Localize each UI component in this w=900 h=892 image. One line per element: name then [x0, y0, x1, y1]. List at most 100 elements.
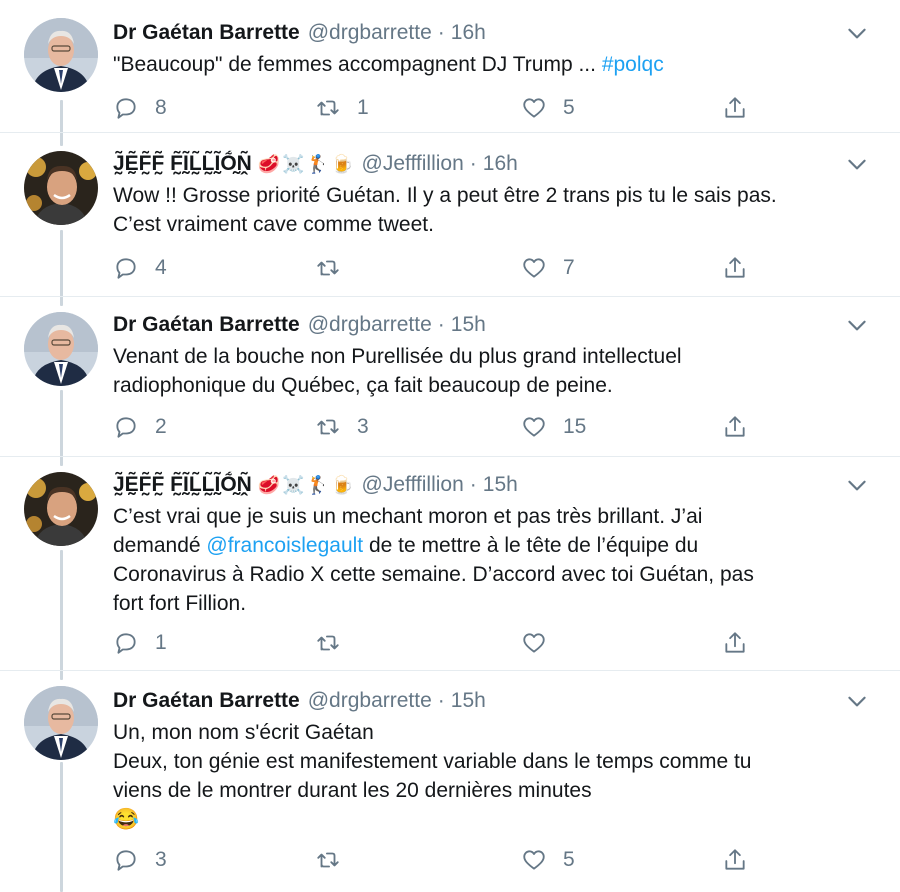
like-button[interactable]: 7	[521, 253, 575, 283]
retweet-button[interactable]	[315, 253, 357, 283]
retweet-button[interactable]: 3	[315, 412, 369, 442]
reply-icon	[113, 255, 139, 281]
separator: ·	[437, 689, 445, 712]
separator: ·	[469, 473, 477, 496]
tweet-text: Wow !! Grosse priorité Guétan. Il y a pe…	[113, 184, 777, 236]
author-handle[interactable]: @drgbarrette	[308, 689, 432, 713]
reply-count: 3	[155, 848, 167, 871]
like-button[interactable]: 15	[521, 412, 586, 442]
reply-count: 2	[155, 415, 167, 438]
retweet-count: 1	[357, 96, 369, 119]
retweet-icon	[315, 414, 341, 440]
laughing-emoji: 😂	[113, 808, 140, 831]
separator: ·	[469, 152, 477, 175]
avatar-drgbarrette[interactable]	[24, 686, 98, 760]
tweet-text: Venant de la bouche non Purellisée du pl…	[113, 345, 682, 397]
retweet-button[interactable]	[315, 628, 357, 658]
tweet[interactable]: Dr Gaétan Barrette @drgbarrette · 15h Un…	[0, 686, 900, 886]
divider	[0, 670, 900, 671]
author-handle[interactable]: @drgbarrette	[308, 313, 432, 337]
reply-icon	[113, 414, 139, 440]
name-emojis: 🥩 ☠️ 🏌️ 🍺	[257, 154, 354, 174]
tweet[interactable]: J̰̃Ḛ̃F̰̃F̰̃ F̰̃Ḭ̃L̰̃L̰̃Ḭ̃Ṍ̰Ṋ̃ 🥩 ☠️ 🏌️ 🍺 @Je…	[0, 470, 900, 670]
timestamp[interactable]: 15h	[483, 473, 518, 497]
reply-icon	[113, 847, 139, 873]
divider	[0, 296, 900, 297]
hashtag-link[interactable]: #polqc	[602, 53, 664, 76]
share-button[interactable]	[722, 93, 748, 123]
share-button[interactable]	[722, 412, 748, 442]
share-icon	[722, 630, 748, 656]
retweet-icon	[315, 95, 341, 121]
separator: ·	[437, 21, 445, 44]
separator: ·	[437, 313, 445, 336]
share-button[interactable]	[722, 628, 748, 658]
mention-link[interactable]: @francoislegault	[206, 534, 363, 557]
share-icon	[722, 414, 748, 440]
avatar-jefffillion[interactable]	[24, 151, 98, 225]
like-count: 7	[563, 256, 575, 279]
chevron-down-icon[interactable]	[844, 312, 870, 338]
tweet-text: C’est vrai que je suis un mechant moron …	[113, 505, 754, 615]
share-button[interactable]	[722, 253, 748, 283]
reply-button[interactable]: 2	[113, 412, 167, 442]
heart-icon	[521, 255, 547, 281]
reply-count: 4	[155, 256, 167, 279]
timestamp[interactable]: 16h	[451, 21, 486, 45]
share-icon	[722, 95, 748, 121]
tweet-text: Un, mon nom s'écrit Gaétan Deux, ton gén…	[113, 718, 870, 834]
retweet-button[interactable]: 1	[315, 93, 369, 123]
author-handle[interactable]: @drgbarrette	[308, 21, 432, 45]
chevron-down-icon[interactable]	[844, 688, 870, 714]
heart-icon	[521, 95, 547, 121]
avatar-drgbarrette[interactable]	[24, 312, 98, 386]
share-button[interactable]	[722, 845, 748, 875]
heart-icon	[521, 847, 547, 873]
timestamp[interactable]: 15h	[451, 689, 486, 713]
reply-icon	[113, 630, 139, 656]
tweet[interactable]: J̰̃Ḛ̃F̰̃F̰̃ F̰̃Ḭ̃L̰̃L̰̃Ḭ̃Ṍ̰Ṋ̃ 🥩 ☠️ 🏌️ 🍺 @Je…	[0, 149, 900, 289]
like-button[interactable]: 5	[521, 93, 575, 123]
tweet[interactable]: Dr Gaétan Barrette @drgbarrette · 15h Ve…	[0, 310, 900, 450]
author-name[interactable]: J̰̃Ḛ̃F̰̃F̰̃ F̰̃Ḭ̃L̰̃L̰̃Ḭ̃Ṍ̰Ṋ̃	[113, 473, 252, 497]
reply-button[interactable]: 4	[113, 253, 167, 283]
share-icon	[722, 847, 748, 873]
retweet-button[interactable]	[315, 845, 357, 875]
chevron-down-icon[interactable]	[844, 151, 870, 177]
heart-icon	[521, 630, 547, 656]
avatar-jefffillion[interactable]	[24, 472, 98, 546]
author-name[interactable]: Dr Gaétan Barrette	[113, 21, 300, 45]
avatar-drgbarrette[interactable]	[24, 18, 98, 92]
author-handle[interactable]: @Jefffillion	[362, 473, 464, 497]
chevron-down-icon[interactable]	[844, 472, 870, 498]
retweet-count: 3	[357, 415, 369, 438]
retweet-icon	[315, 847, 341, 873]
tweet[interactable]: Dr Gaétan Barrette @drgbarrette · 16h "B…	[0, 18, 900, 142]
like-count: 5	[563, 96, 575, 119]
reply-button[interactable]: 3	[113, 845, 167, 875]
divider	[0, 456, 900, 457]
like-count: 5	[563, 848, 575, 871]
author-handle[interactable]: @Jefffillion	[362, 152, 464, 176]
heart-icon	[521, 414, 547, 440]
timestamp[interactable]: 15h	[451, 313, 486, 337]
retweet-icon	[315, 630, 341, 656]
like-count: 15	[563, 415, 587, 438]
tweet-text: "Beaucoup" de femmes accompagnent DJ Tru…	[113, 53, 664, 76]
author-name[interactable]: J̰̃Ḛ̃F̰̃F̰̃ F̰̃Ḭ̃L̰̃L̰̃Ḭ̃Ṍ̰Ṋ̃	[113, 152, 252, 176]
author-name[interactable]: Dr Gaétan Barrette	[113, 313, 300, 337]
name-emojis: 🥩 ☠️ 🏌️ 🍺	[257, 475, 354, 495]
divider	[0, 132, 900, 133]
reply-count: 8	[155, 96, 167, 119]
author-name[interactable]: Dr Gaétan Barrette	[113, 689, 300, 713]
share-icon	[722, 255, 748, 281]
timestamp[interactable]: 16h	[483, 152, 518, 176]
reply-icon	[113, 95, 139, 121]
retweet-icon	[315, 255, 341, 281]
reply-button[interactable]: 8	[113, 93, 167, 123]
reply-button[interactable]: 1	[113, 628, 167, 658]
like-button[interactable]: 5	[521, 845, 575, 875]
chevron-down-icon[interactable]	[844, 20, 870, 46]
reply-count: 1	[155, 631, 167, 654]
like-button[interactable]	[521, 628, 563, 658]
